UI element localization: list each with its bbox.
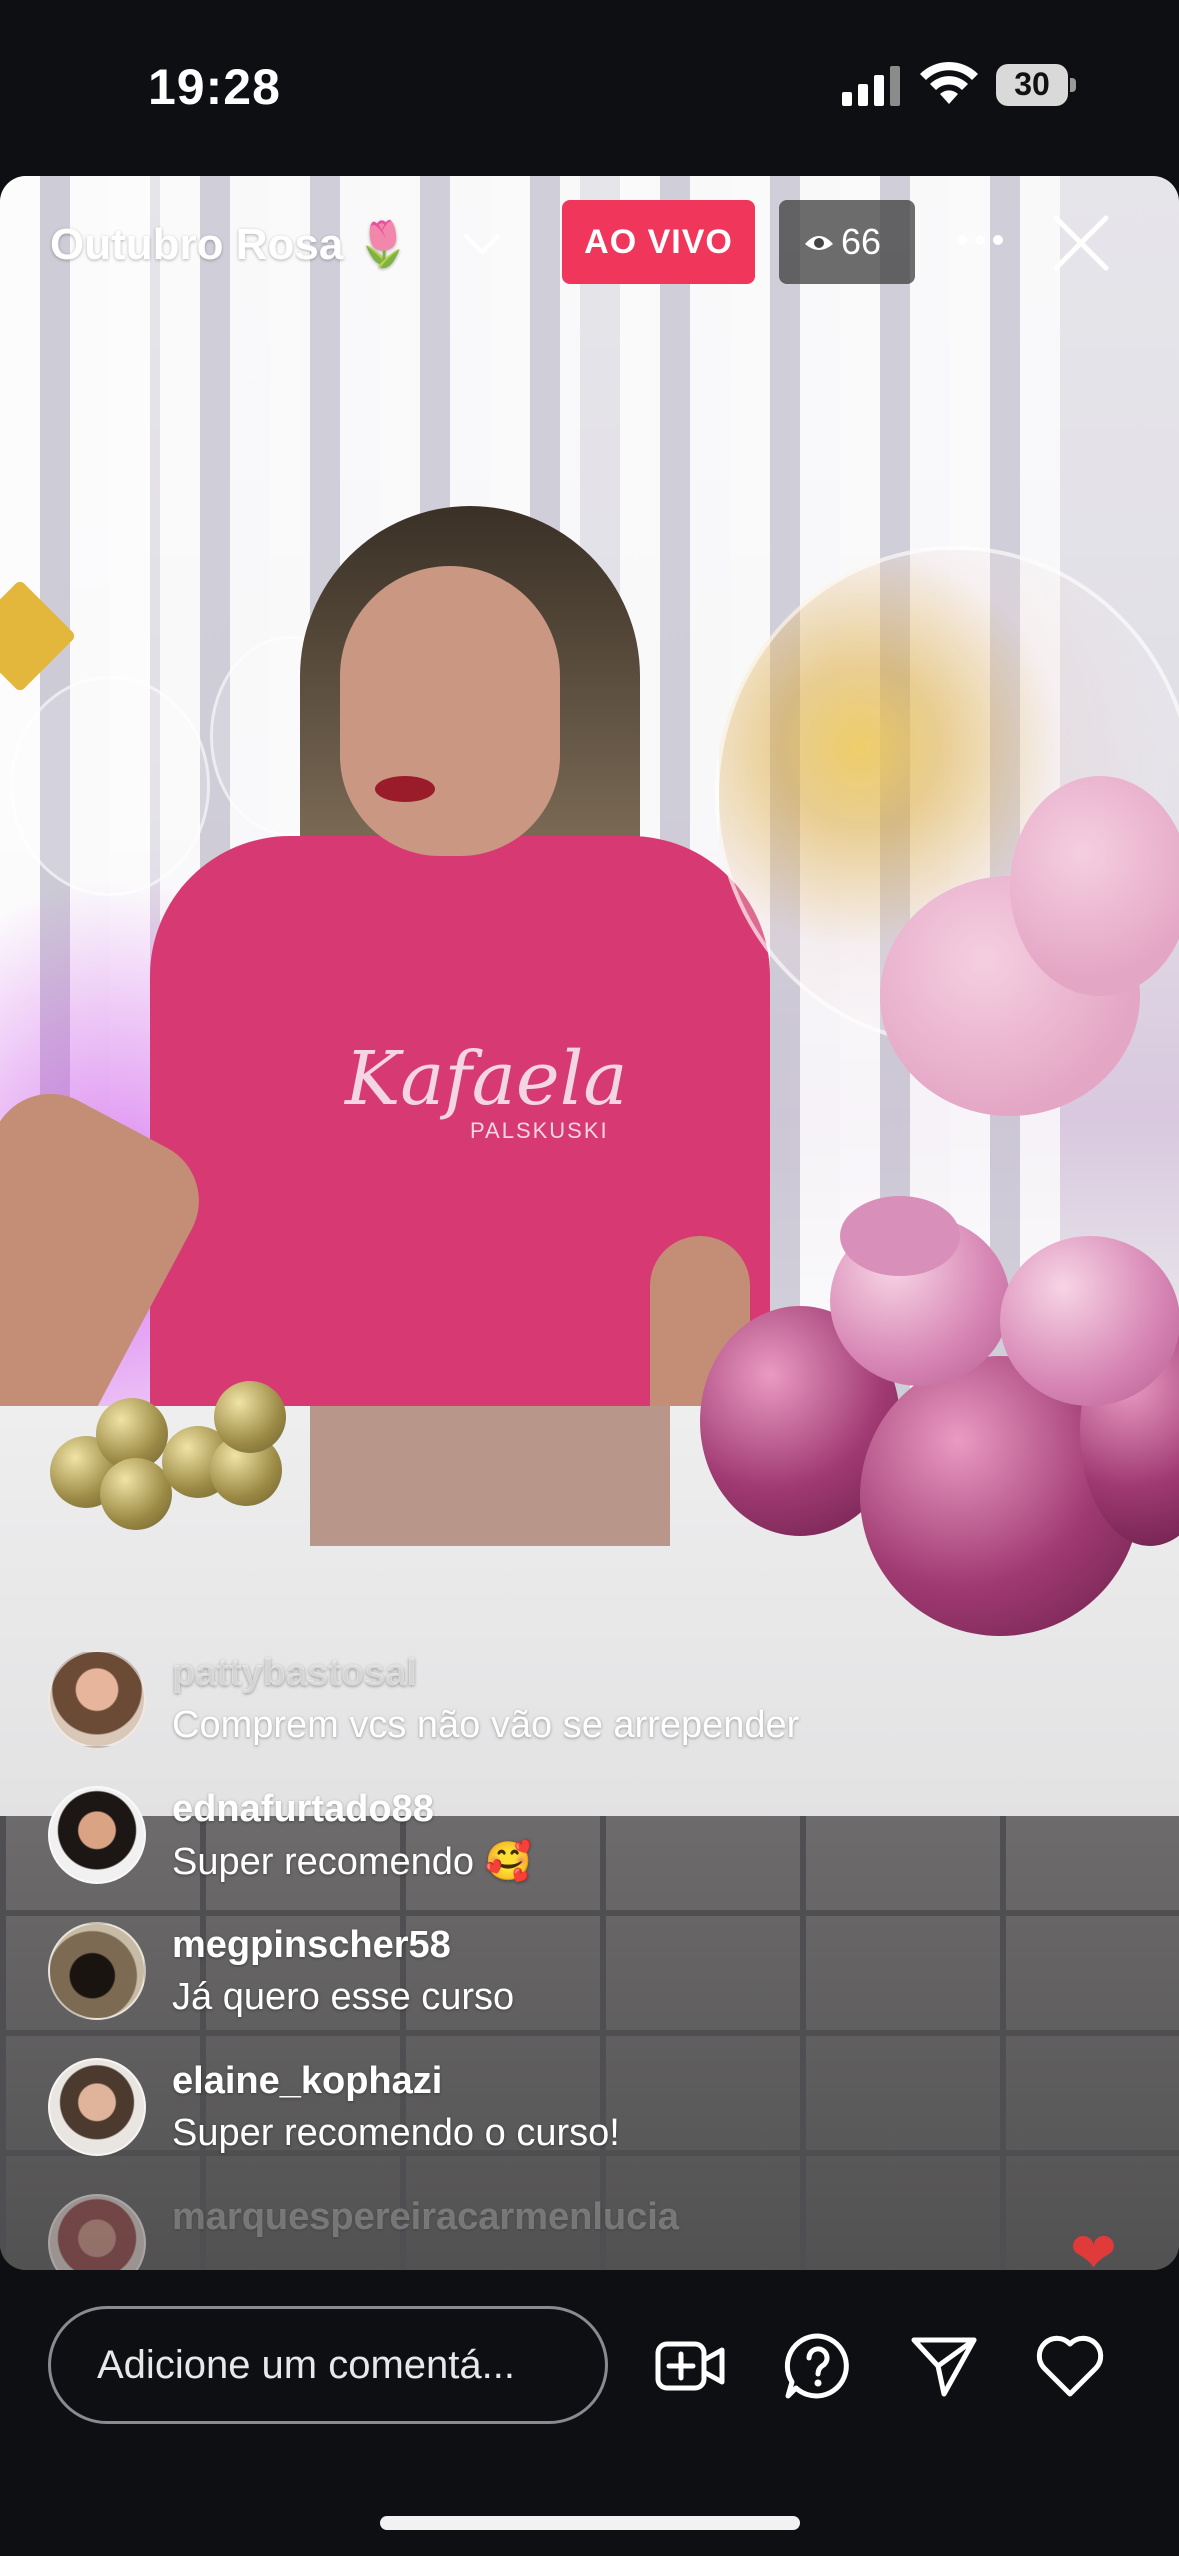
comment-item: pattybastosal Comprem vcs não vão se arr… bbox=[48, 1650, 1048, 1760]
add-video-icon[interactable] bbox=[654, 2330, 726, 2402]
pink-balloon bbox=[1000, 1236, 1179, 1406]
eye-icon bbox=[805, 236, 833, 250]
comment-message: Já quero esse curso bbox=[172, 1976, 515, 2018]
battery-icon: 30 bbox=[996, 64, 1076, 106]
close-icon[interactable] bbox=[1050, 212, 1112, 274]
avatar[interactable] bbox=[48, 1650, 146, 1748]
comment-message: Super recomendo o curso! bbox=[172, 2112, 620, 2154]
status-bar: 19:28 30 bbox=[0, 0, 1179, 175]
viewer-count-badge[interactable]: 66 bbox=[779, 200, 915, 284]
avatar[interactable] bbox=[48, 2058, 146, 2156]
more-icon[interactable] bbox=[950, 210, 1010, 270]
comment-item: megpinscher58 Já quero esse curso bbox=[48, 1922, 1048, 2032]
avatar[interactable] bbox=[48, 2194, 146, 2270]
battery-level: 30 bbox=[1014, 66, 1050, 102]
chevron-down-icon[interactable] bbox=[460, 222, 504, 266]
viewer-count: 66 bbox=[841, 221, 882, 262]
comment-item: ednafurtado88 Super recomendo 🥰 bbox=[48, 1786, 1048, 1896]
comment-message: Super recomendo 🥰 bbox=[172, 1841, 532, 1883]
shirt-brand: Kafaela bbox=[345, 1036, 628, 1122]
avatar[interactable] bbox=[48, 1922, 146, 2020]
comment-username[interactable]: elaine_kophazi bbox=[172, 2060, 442, 2103]
comment-username[interactable]: pattybastosal bbox=[172, 1652, 417, 1695]
heart-icon[interactable] bbox=[1034, 2330, 1106, 2402]
signal-icon bbox=[842, 66, 900, 106]
comment-item: marquespereiracarmenlucia bbox=[48, 2194, 1048, 2270]
comment-username[interactable]: megpinscher58 bbox=[172, 1924, 451, 1967]
gold-balloon bbox=[214, 1381, 286, 1453]
live-title[interactable]: Outubro Rosa 🌷 bbox=[50, 218, 410, 270]
status-time: 19:28 bbox=[148, 59, 281, 115]
send-icon[interactable] bbox=[908, 2330, 980, 2402]
gold-balloon bbox=[100, 1458, 172, 1530]
wifi-icon bbox=[920, 61, 978, 104]
comment-username[interactable]: marquespereiracarmenlucia bbox=[172, 2196, 679, 2239]
pink-balloon bbox=[840, 1196, 960, 1276]
avatar[interactable] bbox=[48, 1786, 146, 1884]
home-indicator[interactable] bbox=[380, 2516, 800, 2530]
comments-list[interactable]: pattybastosal Comprem vcs não vão se arr… bbox=[0, 1640, 1179, 2270]
pink-inner-balloon bbox=[1010, 776, 1179, 996]
comment-username[interactable]: ednafurtado88 bbox=[172, 1788, 434, 1831]
clear-balloon bbox=[10, 676, 210, 896]
live-badge: AO VIVO bbox=[562, 200, 755, 284]
comment-message: Comprem vcs não vão se arrepender bbox=[172, 1704, 800, 1746]
comment-input[interactable] bbox=[48, 2306, 608, 2424]
shirt-subtext: PALSKUSKI bbox=[470, 1118, 609, 1143]
question-icon[interactable] bbox=[782, 2330, 854, 2402]
comment-item: elaine_kophazi Super recomendo o curso! bbox=[48, 2058, 1048, 2168]
